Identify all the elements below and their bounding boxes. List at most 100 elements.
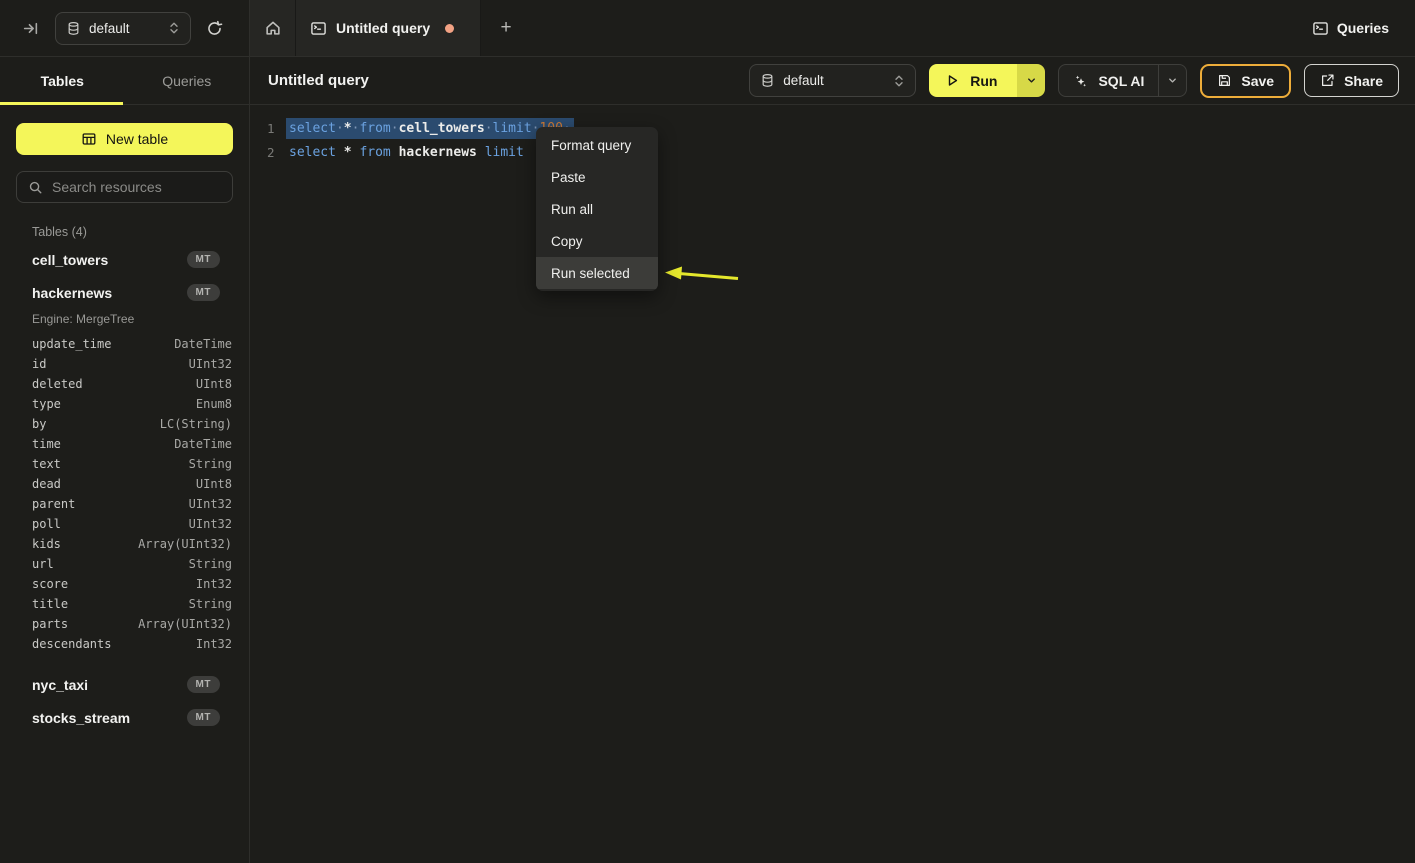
column-row: textString [16, 454, 233, 474]
column-row: urlString [16, 554, 233, 574]
column-type: UInt8 [196, 377, 232, 391]
sql-ai-split-button: SQL AI [1058, 64, 1187, 97]
token-op: * [344, 145, 360, 160]
top-bar-left: default [0, 0, 250, 56]
column-name: url [32, 557, 54, 571]
token-id: hackernews [399, 145, 485, 160]
queries-button[interactable]: Queries [1312, 20, 1389, 37]
table-row-hackernews[interactable]: hackernewsMT [16, 276, 233, 309]
home-icon [264, 19, 282, 37]
editor-context-menu: Format queryPasteRun allCopyRun selected [536, 127, 658, 291]
new-table-button[interactable]: New table [16, 123, 233, 155]
token-kw: select [289, 145, 344, 160]
database-icon [760, 73, 775, 88]
sql-ai-button[interactable]: SQL AI [1059, 65, 1158, 96]
chevron-down-icon [1026, 75, 1037, 86]
save-button[interactable]: Save [1200, 64, 1291, 98]
column-row: timeDateTime [16, 434, 233, 454]
database-icon [66, 21, 81, 36]
token-ws: · [391, 121, 399, 136]
column-type: Array(UInt32) [138, 617, 232, 631]
token-ws: · [485, 121, 493, 136]
run-button-label: Run [970, 73, 997, 89]
engine-badge: MT [187, 251, 220, 268]
table-name: nyc_taxi [32, 677, 88, 693]
sql-editor[interactable]: 1select·*·from·cell_towers·limit·100·2se… [250, 105, 1415, 863]
search-box[interactable] [16, 171, 233, 203]
toolbar-database-value: default [783, 73, 824, 88]
top-bar: default [0, 0, 1415, 57]
column-name: deleted [32, 377, 83, 391]
menu-item-paste[interactable]: Paste [536, 161, 658, 193]
column-name: poll [32, 517, 61, 531]
tab-untitled-query[interactable]: Untitled query [296, 0, 481, 56]
annotation-arrow [250, 105, 1415, 863]
play-icon [945, 73, 960, 88]
column-name: type [32, 397, 61, 411]
column-row: kidsArray(UInt32) [16, 534, 233, 554]
collapse-sidebar-button[interactable] [22, 20, 39, 37]
terminal-icon [310, 20, 327, 37]
toolbar-database-selector[interactable]: default [749, 64, 916, 97]
sidebar-content: New table Tables (4) cell_towersMThacker… [0, 105, 249, 734]
sidebar-tab-queries[interactable]: Queries [125, 57, 250, 104]
line-number: 1 [250, 121, 289, 136]
menu-item-run-all[interactable]: Run all [536, 193, 658, 225]
menu-item-copy[interactable]: Copy [536, 225, 658, 257]
column-name: descendants [32, 637, 111, 651]
home-button[interactable] [250, 0, 296, 56]
engine-label: Engine: MergeTree [16, 309, 233, 334]
column-row: parent UInt32 [16, 494, 233, 514]
table-name: hackernews [32, 285, 112, 301]
tab-label: Untitled query [336, 20, 430, 36]
database-selector[interactable]: default [55, 12, 191, 45]
sql-ai-caret[interactable] [1158, 65, 1186, 96]
column-row: partsArray(UInt32) [16, 614, 233, 634]
code-line-2[interactable]: 2select * from hackernews limit [250, 140, 1415, 164]
column-type: Int32 [196, 637, 232, 651]
code-text: select·*·from·cell_towers·limit·100· [289, 121, 571, 136]
column-type: UInt32 [189, 517, 232, 531]
collapse-sidebar-icon [22, 20, 39, 37]
queries-button-label: Queries [1337, 20, 1389, 36]
share-button[interactable]: Share [1304, 64, 1399, 97]
column-type: UInt32 [189, 357, 232, 371]
code-line-1[interactable]: 1select·*·from·cell_towers·limit·100· [250, 116, 1415, 140]
sidebar-tabs: Tables Queries [0, 57, 249, 105]
table-row-nyc_taxi[interactable]: nyc_taxiMT [16, 668, 233, 701]
share-icon [1320, 73, 1335, 88]
column-row: deadUInt8 [16, 474, 233, 494]
column-type: UInt8 [196, 477, 232, 491]
run-options-caret[interactable] [1017, 64, 1045, 97]
topbar-spacer [531, 0, 1312, 56]
sql-ai-button-label: SQL AI [1098, 73, 1144, 89]
chevron-updown-icon [168, 21, 180, 35]
run-button[interactable]: Run [929, 64, 1017, 97]
menu-item-run-selected[interactable]: Run selected [536, 257, 658, 289]
column-name: parent [32, 497, 75, 511]
table-row-cell_towers[interactable]: cell_towers MT [16, 243, 233, 276]
column-row: typeEnum8 [16, 394, 233, 414]
sidebar-tab-tables[interactable]: Tables [0, 57, 125, 104]
table-name: cell_towers [32, 252, 108, 268]
column-name: id [32, 357, 46, 371]
sparkles-icon [1073, 73, 1089, 89]
table-name: stocks_stream [32, 710, 130, 726]
new-tab-button[interactable]: + [481, 0, 531, 56]
search-input[interactable] [52, 179, 221, 195]
tab-bar: Untitled query + Queries [250, 0, 1415, 56]
column-type: UInt32 [189, 497, 232, 511]
token-id: cell_towers [399, 121, 485, 136]
table-row-stocks_stream[interactable]: stocks_streamMT [16, 701, 233, 734]
queries-terminal-icon [1312, 20, 1329, 37]
new-table-button-label: New table [106, 131, 168, 147]
refresh-icon [206, 20, 223, 37]
menu-item-format-query[interactable]: Format query [536, 129, 658, 161]
column-name: text [32, 457, 61, 471]
column-type: LC(String) [160, 417, 232, 431]
column-type: DateTime [174, 337, 232, 351]
token-kw: from [359, 145, 398, 160]
refresh-button[interactable] [206, 20, 223, 37]
search-icon [28, 180, 43, 195]
column-row: deleted UInt8 [16, 374, 233, 394]
